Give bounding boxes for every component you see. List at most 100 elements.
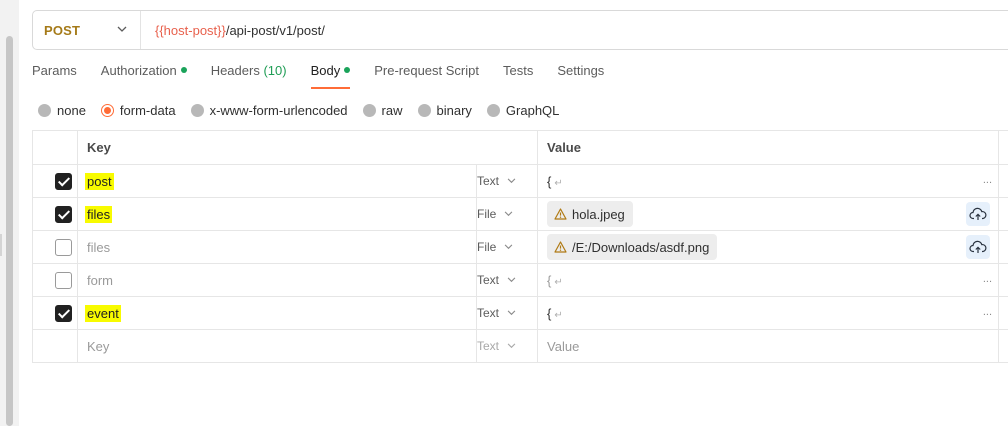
body-type-selector: none form-data x-www-form-urlencoded raw… — [38, 102, 574, 118]
new-value-input[interactable]: Value — [537, 329, 1000, 363]
file-chip[interactable]: hola.jpeg — [547, 201, 633, 227]
key-cell[interactable]: files — [77, 197, 477, 231]
headers-count: (10) — [263, 63, 287, 78]
body-type-urlencoded[interactable]: x-www-form-urlencoded — [190, 103, 348, 118]
cloud-upload-icon — [969, 240, 987, 253]
tab-settings[interactable]: Settings — [557, 63, 604, 89]
value-cell[interactable]: {↵... — [537, 164, 1000, 198]
status-dot — [180, 67, 187, 73]
more-button[interactable]: ... — [983, 174, 992, 186]
row-checkbox[interactable] — [55, 271, 72, 289]
warning-triangle-icon — [554, 241, 567, 253]
body-type-none[interactable]: none — [38, 103, 86, 118]
tab-headers[interactable]: Headers (10) — [211, 63, 287, 89]
tab-authorization[interactable]: Authorization — [101, 63, 187, 89]
tab-params[interactable]: Params — [32, 63, 77, 89]
url-variable: {{host-post}} — [155, 22, 226, 38]
value-text: { — [547, 272, 552, 288]
tab-tests[interactable]: Tests — [503, 63, 533, 89]
value-cell[interactable]: hola.jpeg — [537, 197, 1000, 231]
table-row: files File hola.jpeg — [32, 197, 1008, 231]
chevron-down-icon — [117, 26, 127, 32]
table-row: form Text {↵... — [32, 263, 1008, 297]
key-cell[interactable]: post — [77, 164, 477, 198]
body-type-graphql[interactable]: GraphQL — [486, 103, 559, 118]
form-data-table: Key Value post Text {↵... files File hol… — [32, 130, 1008, 363]
key-cell[interactable]: event — [77, 296, 477, 330]
row-checkbox[interactable] — [55, 205, 72, 223]
value-cell[interactable]: /E:/Downloads/asdf.png — [537, 230, 1000, 264]
file-name: hola.jpeg — [572, 206, 625, 222]
value-placeholder: Value — [547, 338, 580, 354]
body-type-binary[interactable]: binary — [417, 103, 472, 118]
value-text: { — [547, 173, 552, 189]
row-checkbox[interactable] — [55, 172, 72, 190]
file-name: /E:/Downloads/asdf.png — [572, 239, 710, 255]
more-button[interactable]: ... — [983, 273, 992, 285]
table-row: event Text {↵... — [32, 296, 1008, 330]
type-select[interactable]: Text — [475, 164, 539, 198]
url-bar: POST {{host-post}}/api-post/v1/post/ — [32, 10, 1008, 50]
chevron-down-icon — [505, 211, 513, 217]
key-text: files — [87, 239, 111, 255]
new-row: Key Text Value — [32, 329, 1008, 363]
row-checkbox[interactable] — [55, 238, 72, 256]
new-key-input[interactable]: Key — [77, 329, 477, 363]
row-checkbox[interactable] — [55, 304, 72, 322]
radio-button[interactable] — [38, 103, 51, 117]
chevron-down-icon — [507, 178, 516, 184]
type-select[interactable]: Text — [475, 329, 539, 363]
more-button[interactable]: ... — [983, 306, 992, 318]
scrollbar-thumb[interactable] — [6, 36, 13, 426]
body-type-form-data[interactable]: form-data — [100, 103, 176, 118]
chevron-down-icon — [505, 244, 513, 250]
return-arrow-icon: ↵ — [554, 276, 563, 288]
column-header-value: Value — [537, 130, 1000, 165]
radio-button[interactable] — [417, 103, 431, 117]
upload-button[interactable] — [966, 235, 991, 259]
radio-button[interactable] — [190, 103, 204, 117]
key-text: form — [87, 272, 113, 288]
method-select[interactable]: POST — [33, 11, 141, 49]
return-arrow-icon: ↵ — [554, 177, 563, 189]
chevron-down-icon — [507, 310, 516, 316]
left-scrollbar[interactable] — [0, 0, 19, 426]
panel-resize-handle[interactable] — [0, 234, 2, 256]
value-text: { — [547, 305, 552, 321]
header-check-cell — [32, 130, 78, 165]
body-type-raw[interactable]: raw — [362, 103, 403, 118]
value-cell[interactable]: {↵... — [537, 296, 1000, 330]
tab-body[interactable]: Body — [310, 63, 351, 89]
value-cell[interactable]: {↵... — [537, 263, 1000, 297]
type-select[interactable]: Text — [475, 263, 539, 297]
key-placeholder: Key — [87, 338, 110, 354]
key-text: files — [85, 205, 113, 223]
request-tabs: Params Authorization Headers (10) Body P… — [32, 63, 628, 91]
type-select[interactable]: Text — [475, 296, 539, 330]
key-text: event — [85, 304, 121, 322]
key-cell[interactable]: form — [77, 263, 477, 297]
key-text: post — [85, 172, 114, 190]
url-path: /api-post/v1/post/ — [225, 22, 325, 38]
type-select[interactable]: File — [475, 197, 539, 231]
radio-button-selected[interactable] — [100, 103, 114, 117]
key-cell[interactable]: files — [77, 230, 477, 264]
chevron-down-icon — [507, 343, 516, 349]
header-extra-cell — [998, 130, 1008, 165]
file-chip[interactable]: /E:/Downloads/asdf.png — [547, 234, 718, 260]
radio-button[interactable] — [486, 103, 500, 117]
upload-button[interactable] — [966, 202, 991, 226]
radio-button[interactable] — [362, 103, 376, 117]
tab-pre-request-script[interactable]: Pre-request Script — [374, 63, 479, 89]
status-dot — [344, 67, 351, 73]
chevron-down-icon — [507, 277, 516, 283]
cloud-upload-icon — [969, 207, 987, 220]
return-arrow-icon: ↵ — [554, 309, 563, 321]
column-header-key: Key — [76, 130, 539, 165]
url-input[interactable]: {{host-post}}/api-post/v1/post/ — [141, 23, 325, 38]
table-row: post Text {↵... — [32, 164, 1008, 198]
table-header-row: Key Value — [32, 130, 1008, 165]
table-row: files File /E:/Downloads/asdf.png — [32, 230, 1008, 264]
type-select[interactable]: File — [475, 230, 539, 264]
warning-triangle-icon — [554, 208, 567, 220]
